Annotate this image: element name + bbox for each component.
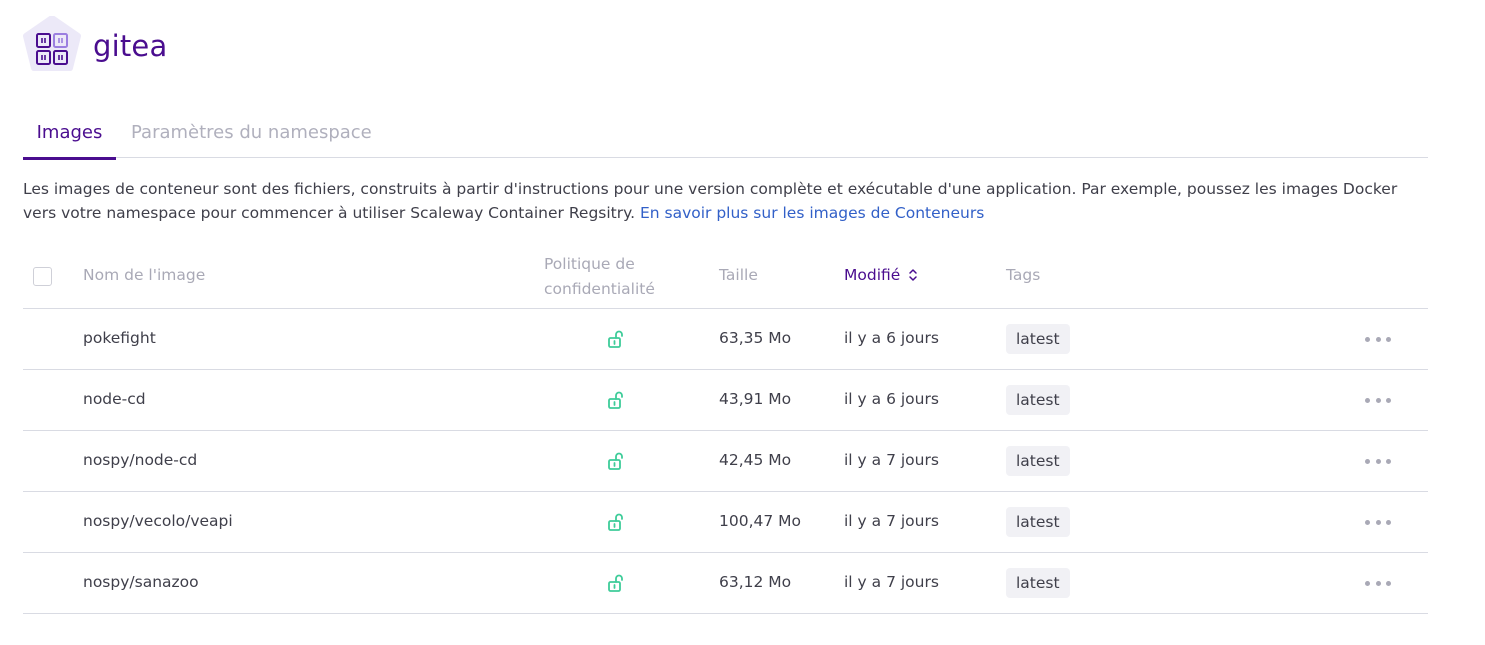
unlock-icon (606, 573, 626, 593)
image-size: 63,12 Mo (719, 573, 792, 591)
image-name[interactable]: nospy/sanazoo (83, 573, 199, 591)
table-row: pokefight 63,35 Mo il y a 6 jours latest (23, 309, 1428, 370)
tab-images[interactable]: Images (23, 108, 116, 160)
unlock-icon (606, 329, 626, 349)
image-modified: il y a 6 jours (844, 329, 939, 347)
column-header-modified[interactable]: Modifié (844, 266, 918, 284)
image-size: 100,47 Mo (719, 512, 802, 530)
column-header-size: Taille (719, 266, 758, 284)
image-size: 63,35 Mo (719, 329, 792, 347)
learn-more-link[interactable]: En savoir plus sur les images de Contene… (640, 204, 984, 222)
more-options-icon[interactable] (1365, 575, 1391, 591)
unlock-icon (606, 512, 626, 532)
more-options-icon[interactable] (1365, 331, 1391, 347)
tag-badge: latest (1006, 568, 1070, 598)
namespace-header: gitea (22, 15, 168, 76)
registry-namespace-icon (22, 15, 82, 76)
image-name[interactable]: pokefight (83, 329, 156, 347)
sort-icon (909, 269, 918, 281)
image-name[interactable]: node-cd (83, 390, 146, 408)
image-size: 42,45 Mo (719, 451, 792, 469)
images-table: Nom de l'image Politique de confidential… (23, 245, 1428, 614)
column-header-tags: Tags (1006, 266, 1041, 284)
table-row: node-cd 43,91 Mo il y a 6 jours latest (23, 370, 1428, 431)
tag-badge: latest (1006, 507, 1070, 537)
column-header-name: Nom de l'image (83, 266, 206, 284)
table-header: Nom de l'image Politique de confidential… (23, 245, 1428, 309)
page-title: gitea (93, 29, 168, 63)
tab-bar: Images Paramètres du namespace (23, 108, 1428, 160)
image-name[interactable]: nospy/vecolo/veapi (83, 512, 233, 530)
select-all-checkbox[interactable] (33, 267, 52, 286)
tag-badge: latest (1006, 385, 1070, 415)
unlock-icon (606, 451, 626, 471)
tag-badge: latest (1006, 324, 1070, 354)
tag-badge: latest (1006, 446, 1070, 476)
column-header-privacy-line1: Politique de (544, 255, 635, 273)
image-name[interactable]: nospy/node-cd (83, 451, 197, 469)
more-options-icon[interactable] (1365, 392, 1391, 408)
image-modified: il y a 7 jours (844, 512, 939, 530)
more-options-icon[interactable] (1365, 453, 1391, 469)
table-row: nospy/sanazoo 63,12 Mo il y a 7 jours la… (23, 553, 1428, 614)
page-description: Les images de conteneur sont des fichier… (23, 177, 1428, 225)
image-modified: il y a 7 jours (844, 573, 939, 591)
image-modified: il y a 6 jours (844, 390, 939, 408)
table-row: nospy/vecolo/veapi 100,47 Mo il y a 7 jo… (23, 492, 1428, 553)
more-options-icon[interactable] (1365, 514, 1391, 530)
unlock-icon (606, 390, 626, 410)
column-header-privacy: Politique de confidentialité (544, 252, 684, 302)
table-row: nospy/node-cd 42,45 Mo il y a 7 jours la… (23, 431, 1428, 492)
image-modified: il y a 7 jours (844, 451, 939, 469)
image-size: 43,91 Mo (719, 390, 792, 408)
tab-namespace-settings[interactable]: Paramètres du namespace (131, 108, 372, 158)
column-header-modified-label: Modifié (844, 266, 901, 284)
column-header-privacy-line2: confidentialité (544, 280, 655, 298)
